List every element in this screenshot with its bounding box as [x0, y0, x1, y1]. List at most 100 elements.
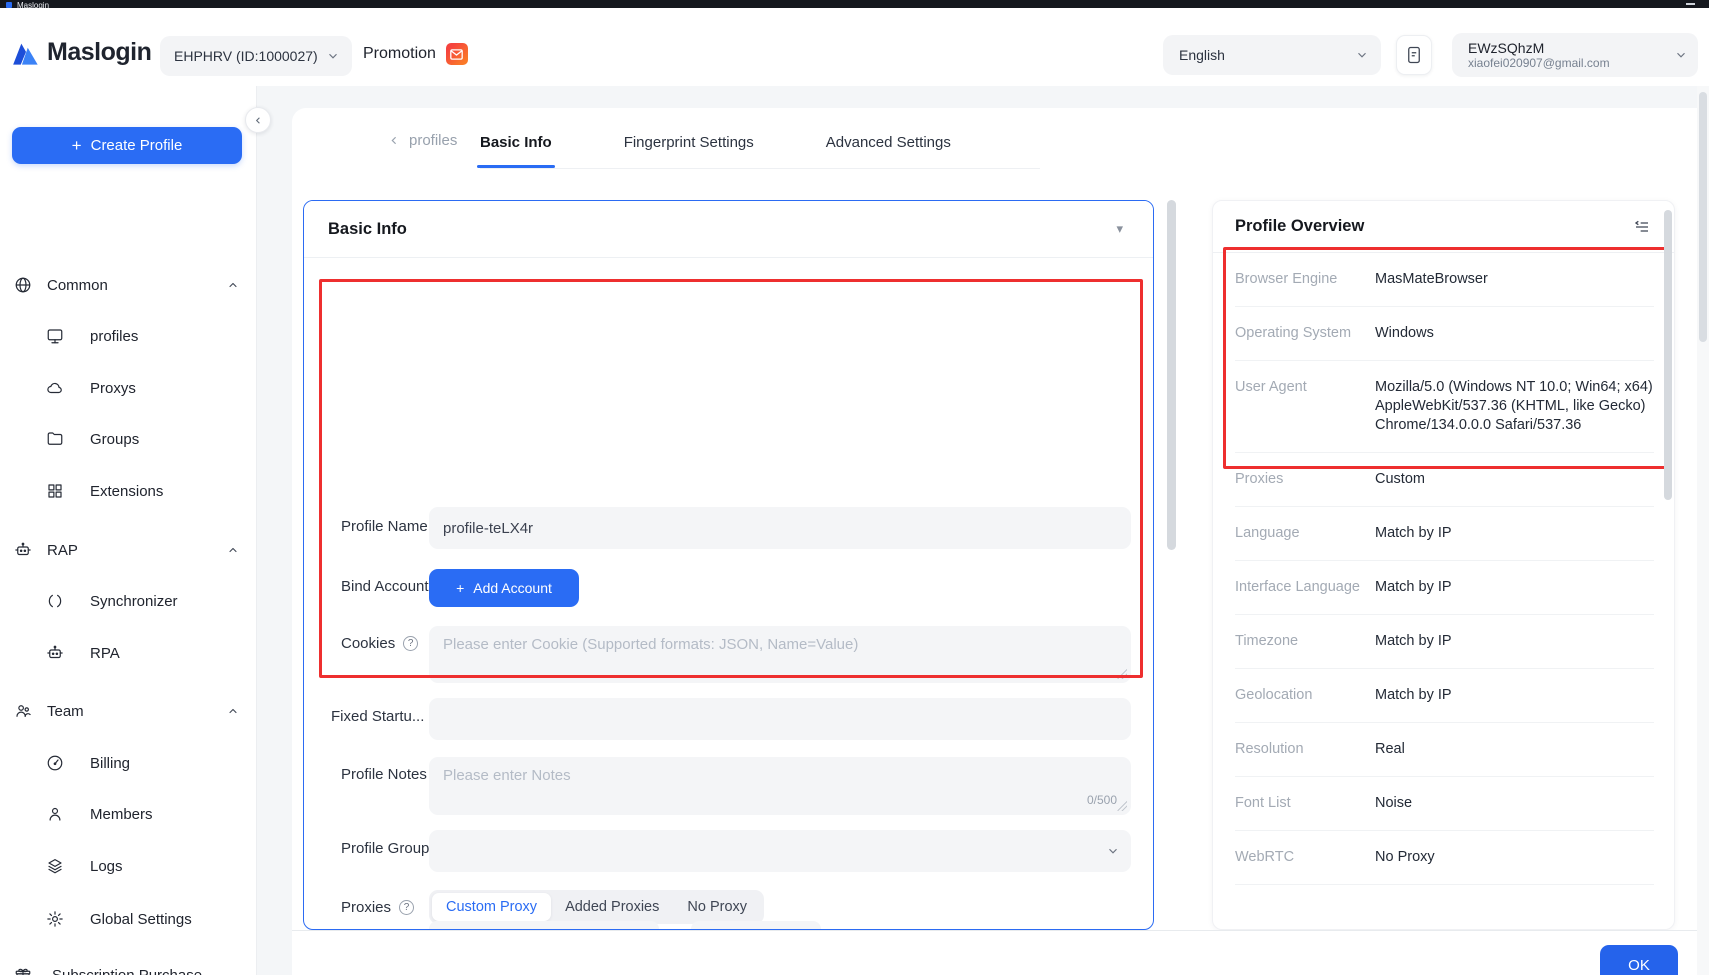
sidebar-collapse-button[interactable]	[245, 107, 271, 133]
overview-row-proxies: ProxiesCustom	[1235, 453, 1654, 507]
help-icon[interactable]: ?	[403, 636, 418, 651]
overview-scrollbar-thumb[interactable]	[1664, 210, 1672, 500]
sidebar-item-label: Team	[47, 703, 84, 720]
overview-row-value: Match by IP	[1375, 686, 1654, 705]
bind-account-label: Bind Account	[341, 578, 429, 595]
sidebar-item-logs[interactable]: Logs	[0, 849, 257, 883]
os-titlebar: Maslogin	[0, 0, 1709, 8]
collapse-caret-icon[interactable]: ▾	[1116, 221, 1123, 237]
profile-groups-select[interactable]	[429, 830, 1131, 872]
sidebar-item-label: profiles	[90, 328, 138, 345]
sidebar-item-billing[interactable]: Billing	[0, 746, 257, 780]
chevron-up-icon	[227, 279, 239, 291]
resize-handle[interactable]	[1117, 669, 1127, 679]
workspace-label: EHPHRV (ID:1000027)	[174, 48, 326, 64]
overview-row-value: No Proxy	[1375, 848, 1654, 867]
chevron-up-icon	[227, 705, 239, 717]
globe-icon	[14, 276, 32, 294]
sidebar-item-common[interactable]: Common	[0, 268, 257, 302]
sidebar-item-rpa[interactable]: RPA	[0, 636, 257, 670]
overview-row-resolution: ResolutionReal	[1235, 723, 1654, 777]
sidebar-item-label: Members	[90, 806, 153, 823]
ok-button[interactable]: OK	[1600, 945, 1678, 975]
tab-fingerprint-settings[interactable]: Fingerprint Settings	[624, 120, 754, 168]
overview-rows: Browser EngineMasMateBrowserOperating Sy…	[1235, 253, 1654, 885]
fixed-startup-input[interactable]	[429, 698, 1131, 740]
sidebar-item-label: Billing	[90, 755, 130, 772]
add-account-button[interactable]: + Add Account	[429, 569, 579, 607]
basic-info-panel: Basic Info ▾ Profile Name Bind Account +…	[303, 200, 1154, 930]
overview-row-label: Font List	[1235, 794, 1375, 813]
overview-row-value: Match by IP	[1375, 578, 1654, 597]
window-scrollbar-thumb[interactable]	[1699, 92, 1707, 342]
proxy-option-custom-proxy[interactable]: Custom Proxy	[432, 893, 551, 921]
resize-handle[interactable]	[1117, 801, 1127, 811]
sidebar-item-proxys[interactable]: Proxys	[0, 371, 257, 405]
form-highlight-red-box	[319, 279, 1143, 678]
chevron-down-icon	[1355, 48, 1369, 62]
overview-row-interface-language: Interface LanguageMatch by IP	[1235, 561, 1654, 615]
collapse-panel-icon[interactable]	[1634, 219, 1650, 235]
gift-icon	[14, 966, 32, 975]
back-to-profiles[interactable]: profiles	[388, 132, 457, 149]
proxy-option-added-proxies[interactable]: Added Proxies	[551, 893, 673, 921]
overview-row-value: Custom	[1375, 470, 1654, 489]
overview-row-value: Real	[1375, 740, 1654, 759]
create-profile-button[interactable]: + Create Profile	[12, 127, 242, 164]
maslogin-logo-icon	[12, 40, 40, 66]
sidebar-item-rap[interactable]: RAP	[0, 533, 257, 567]
sidebar-item-groups[interactable]: Groups	[0, 422, 257, 456]
overview-row-label: WebRTC	[1235, 848, 1375, 867]
sidebar-item-subscription-purchase[interactable]: Subscription Purchase	[0, 958, 257, 975]
sidebar-item-team[interactable]: Team	[0, 694, 257, 728]
overview-row-user-agent: User AgentMozilla/5.0 (Windows NT 10.0; …	[1235, 361, 1654, 453]
overview-row-label: Operating System	[1235, 324, 1375, 343]
workspace-selector[interactable]: EHPHRV (ID:1000027)	[160, 36, 352, 76]
overview-row-value: Noise	[1375, 794, 1654, 813]
app-window: Maslogin Maslogin EHPHRV (ID:1000027) Pr…	[0, 0, 1709, 975]
basic-info-header[interactable]: Basic Info ▾	[304, 201, 1153, 258]
cookies-textarea[interactable]	[429, 626, 1131, 683]
sidebar-item-global-settings[interactable]: Global Settings	[0, 902, 257, 936]
profile-groups-label: Profile Groups	[341, 840, 437, 857]
overview-row-label: Timezone	[1235, 632, 1375, 651]
minimize-icon[interactable]	[1686, 3, 1695, 5]
grid-icon	[46, 482, 64, 500]
tab-advanced-settings[interactable]: Advanced Settings	[826, 120, 951, 168]
tab-bar: profiles Basic Info Fingerprint Settings A…	[292, 120, 1709, 168]
chevron-down-icon	[1674, 48, 1688, 62]
language-selector[interactable]: English	[1163, 35, 1381, 75]
gauge-icon	[46, 754, 64, 772]
window-scrollbar[interactable]	[1697, 86, 1709, 975]
sidebar-item-synchronizer[interactable]: Synchronizer	[0, 584, 257, 618]
tab-basic-info[interactable]: Basic Info	[480, 120, 552, 168]
basic-info-title: Basic Info	[328, 220, 407, 239]
gear-icon	[46, 910, 64, 928]
person-icon	[46, 805, 64, 823]
language-label: English	[1179, 47, 1355, 63]
proxies-label: Proxies ?	[341, 899, 414, 916]
profile-name-input[interactable]	[429, 507, 1131, 549]
account-menu[interactable]: EWzSQhzM xiaofei020907@gmail.com	[1452, 33, 1698, 77]
chevron-down-icon	[326, 49, 340, 63]
sidebar-item-members[interactable]: Members	[0, 797, 257, 831]
promotion-envelope-icon	[446, 43, 468, 65]
profile-notes-textarea[interactable]	[429, 757, 1131, 815]
overview-row-value: Windows	[1375, 324, 1654, 343]
proxy-option-no-proxy[interactable]: No Proxy	[673, 893, 761, 921]
docs-button[interactable]	[1396, 35, 1432, 75]
sidebar-item-label: Common	[47, 277, 108, 294]
sidebar-item-profiles[interactable]: profiles	[0, 319, 257, 353]
help-icon[interactable]: ?	[399, 900, 414, 915]
layers-icon	[46, 857, 64, 875]
titlebar-app-icon	[6, 2, 12, 8]
account-info: EWzSQhzM xiaofei020907@gmail.com	[1468, 40, 1674, 70]
sidebar-item-extensions[interactable]: Extensions	[0, 474, 257, 508]
panel-scrollbar[interactable]	[1167, 200, 1176, 550]
clipped-field-stub	[691, 921, 821, 929]
cookies-label: Cookies ?	[341, 635, 418, 652]
notes-char-counter: 0/500	[1087, 793, 1117, 807]
promotion[interactable]: Promotion	[363, 43, 468, 65]
folder-icon	[46, 430, 64, 448]
overview-row-label: User Agent	[1235, 378, 1375, 435]
